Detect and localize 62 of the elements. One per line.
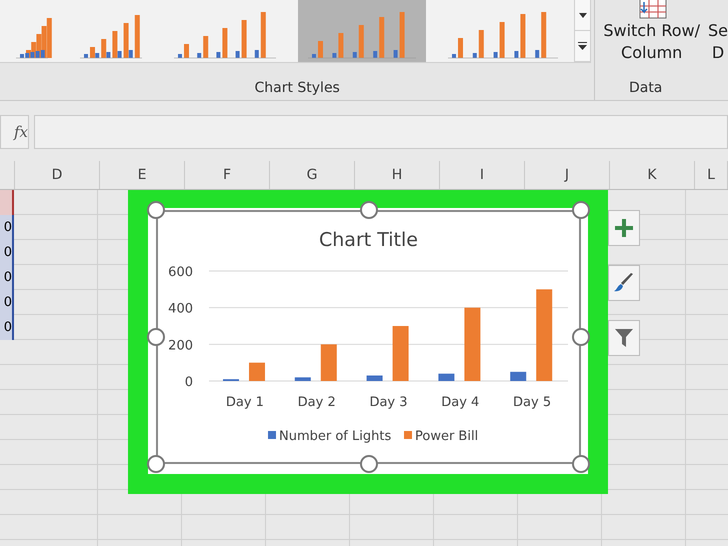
column-header[interactable]: L	[695, 161, 728, 189]
bar	[392, 326, 409, 381]
plus-icon	[615, 219, 633, 237]
column-header[interactable]: G	[270, 161, 355, 189]
resize-handle[interactable]	[360, 201, 378, 219]
column-header[interactable]: H	[355, 161, 440, 189]
filter-button[interactable]	[608, 320, 640, 356]
more-button[interactable]	[575, 31, 590, 62]
filter-icon	[615, 329, 633, 347]
resize-handle[interactable]	[572, 201, 590, 219]
column-header[interactable]: D	[15, 161, 100, 189]
ribbon-button[interactable]: Se D	[708, 0, 728, 64]
legend-label: Power Bill	[415, 429, 478, 444]
column-header[interactable]: K	[610, 161, 695, 189]
more-icon	[578, 42, 587, 50]
formula-field[interactable]	[34, 115, 728, 149]
resize-handle[interactable]	[572, 455, 590, 473]
table-cell: 0	[0, 315, 14, 340]
resize-handle[interactable]	[147, 328, 165, 346]
bar	[320, 344, 337, 381]
category-label: Day 2	[298, 395, 336, 410]
category-label: Day 1	[226, 395, 264, 410]
group-label: Chart Styles	[253, 80, 341, 96]
category-label: Day 5	[513, 395, 552, 410]
column-header[interactable]: F	[185, 161, 270, 189]
add-element-button[interactable]	[608, 210, 640, 246]
resize-handle[interactable]	[147, 201, 165, 219]
selected-cell	[0, 190, 14, 215]
legend-swatch	[268, 431, 276, 439]
ribbon-button[interactable]: Switch Row/ Column	[603, 0, 700, 64]
chart-area[interactable]: Chart Title 0 200 400 600 Day 1 Day 2 Day 3 Day 4 Day 5 Number of Lights Power Bill	[156, 210, 581, 464]
legend-label: Number of Lights	[279, 429, 392, 444]
table-cell: 0	[0, 265, 14, 290]
chart-style-button[interactable]	[608, 265, 640, 301]
chart-title: Chart Title	[319, 229, 418, 251]
axis-label: 0	[184, 375, 193, 390]
table-cell: 0	[0, 240, 14, 265]
bar	[249, 362, 265, 381]
group-label: Data	[628, 80, 664, 96]
category-label: Day 4	[441, 395, 480, 410]
caret-icon	[578, 12, 586, 18]
legend-swatch	[404, 431, 412, 439]
bar	[294, 377, 311, 381]
table-cell: 0	[0, 215, 14, 240]
axis-label: 200	[168, 338, 193, 354]
resize-handle[interactable]	[147, 455, 165, 473]
scroll-down-button[interactable]	[575, 0, 590, 31]
column-header[interactable]: J	[525, 161, 610, 189]
axis-label: 600	[168, 265, 193, 280]
resize-handle[interactable]	[572, 328, 590, 346]
table-cell: 0	[0, 290, 14, 315]
brush-icon	[614, 273, 634, 293]
category-label: Day 3	[369, 395, 408, 410]
fx-label: fx	[14, 123, 28, 141]
bar	[510, 372, 526, 381]
bar	[438, 374, 454, 381]
axis-label: 400	[168, 302, 193, 317]
function-button[interactable]: fx	[0, 115, 29, 149]
chart-style-thumbnail[interactable]	[298, 0, 426, 62]
column-header[interactable]: I	[440, 161, 525, 189]
bar	[366, 376, 383, 381]
column-header[interactable]: E	[100, 161, 185, 189]
